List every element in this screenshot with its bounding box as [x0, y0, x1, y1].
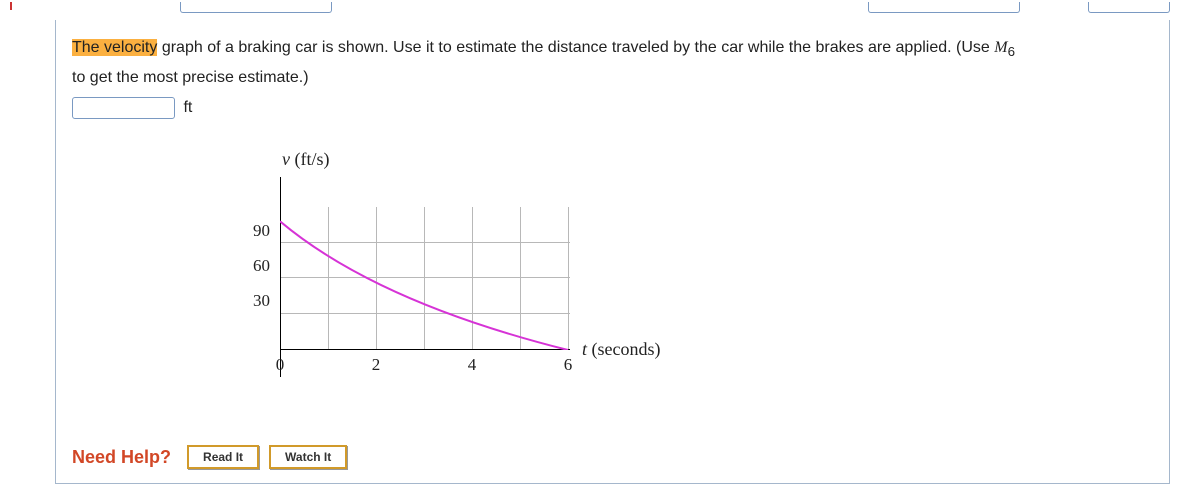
answer-unit: ft	[183, 99, 192, 116]
ytick-label: 30	[253, 291, 270, 311]
xtick-label: 0	[276, 355, 285, 375]
top-box-fragment-right-1	[868, 2, 1020, 13]
xtick-label: 6	[564, 355, 573, 375]
need-help-label: Need Help?	[72, 447, 171, 468]
problem-text-2: to get the most precise estimate.)	[72, 69, 309, 86]
xtick-label: 4	[468, 355, 477, 375]
problem-container: The velocity graph of a braking car is s…	[55, 20, 1170, 484]
y-axis-label: v (ft/s)	[282, 149, 330, 170]
method-subscript: 6	[1008, 44, 1015, 59]
read-it-button[interactable]: Read It	[187, 445, 259, 469]
highlighted-phrase: The velocity	[72, 39, 157, 56]
x-axis-label: t (seconds)	[582, 339, 661, 360]
velocity-curve	[280, 207, 570, 350]
help-row: Need Help? Read It Watch It	[72, 445, 347, 469]
ytick-label: 60	[253, 256, 270, 276]
problem-text-1: graph of a braking car is shown. Use it …	[157, 39, 994, 56]
problem-statement: The velocity graph of a braking car is s…	[72, 34, 1153, 93]
top-box-fragment-right-2	[1088, 2, 1170, 13]
answer-row: ft	[72, 97, 1153, 119]
velocity-chart: v (ft/s) 30 60 90 0	[212, 149, 672, 409]
plot-area: 30 60 90 0 2 4 6	[280, 177, 570, 377]
left-marker	[10, 2, 12, 10]
xtick-label: 2	[372, 355, 381, 375]
answer-input[interactable]	[72, 97, 175, 119]
method-variable: M	[994, 39, 1007, 56]
ytick-label: 90	[253, 221, 270, 241]
top-box-fragment-left	[180, 2, 332, 13]
watch-it-button[interactable]: Watch It	[269, 445, 347, 469]
